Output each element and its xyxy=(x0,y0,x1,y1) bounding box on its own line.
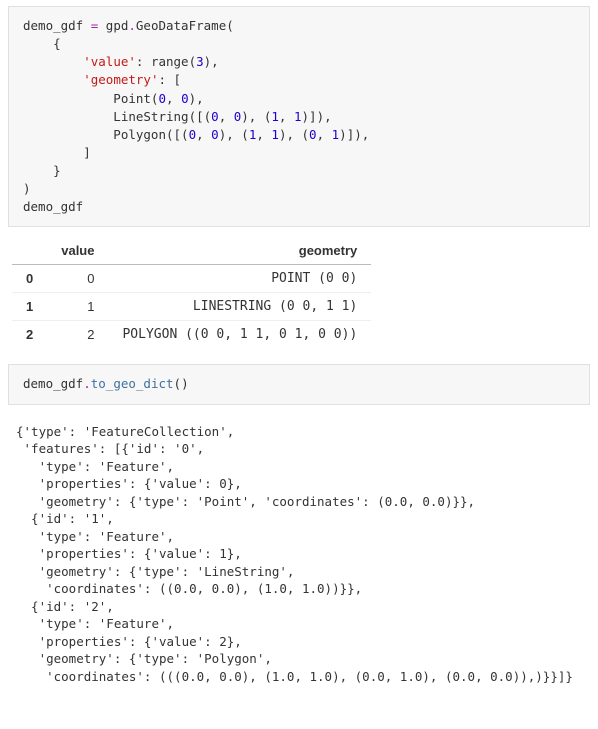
output-repr: {'type': 'FeatureCollection', 'features'… xyxy=(8,415,590,694)
cell-geometry: LINESTRING (0 0, 1 1) xyxy=(108,293,371,321)
row-index: 1 xyxy=(12,293,47,321)
table-row: 0 0 POINT (0 0) xyxy=(12,265,371,293)
column-header-value: value xyxy=(47,237,108,265)
column-header-geometry: geometry xyxy=(108,237,371,265)
table-row: 1 1 LINESTRING (0 0, 1 1) xyxy=(12,293,371,321)
cell-value: 0 xyxy=(47,265,108,293)
cell-value: 1 xyxy=(47,293,108,321)
cell-value: 2 xyxy=(47,321,108,349)
cell-geometry: POINT (0 0) xyxy=(108,265,371,293)
table-row: 2 2 POLYGON ((0 0, 1 1, 0 1, 0 0)) xyxy=(12,321,371,349)
code-cell-1: demo_gdf = gpd.GeoDataFrame( { 'value': … xyxy=(8,6,590,227)
code-text: demo_gdf = gpd.GeoDataFrame( { 'value': … xyxy=(23,18,369,214)
row-index: 0 xyxy=(12,265,47,293)
code-text: demo_gdf.to_geo_dict() xyxy=(23,376,189,391)
code-cell-2: demo_gdf.to_geo_dict() xyxy=(8,364,590,404)
table-corner xyxy=(12,237,47,265)
row-index: 2 xyxy=(12,321,47,349)
cell-geometry: POLYGON ((0 0, 1 1, 0 1, 0 0)) xyxy=(108,321,371,349)
output-dataframe: value geometry 0 0 POINT (0 0) 1 1 LINES… xyxy=(12,237,371,348)
